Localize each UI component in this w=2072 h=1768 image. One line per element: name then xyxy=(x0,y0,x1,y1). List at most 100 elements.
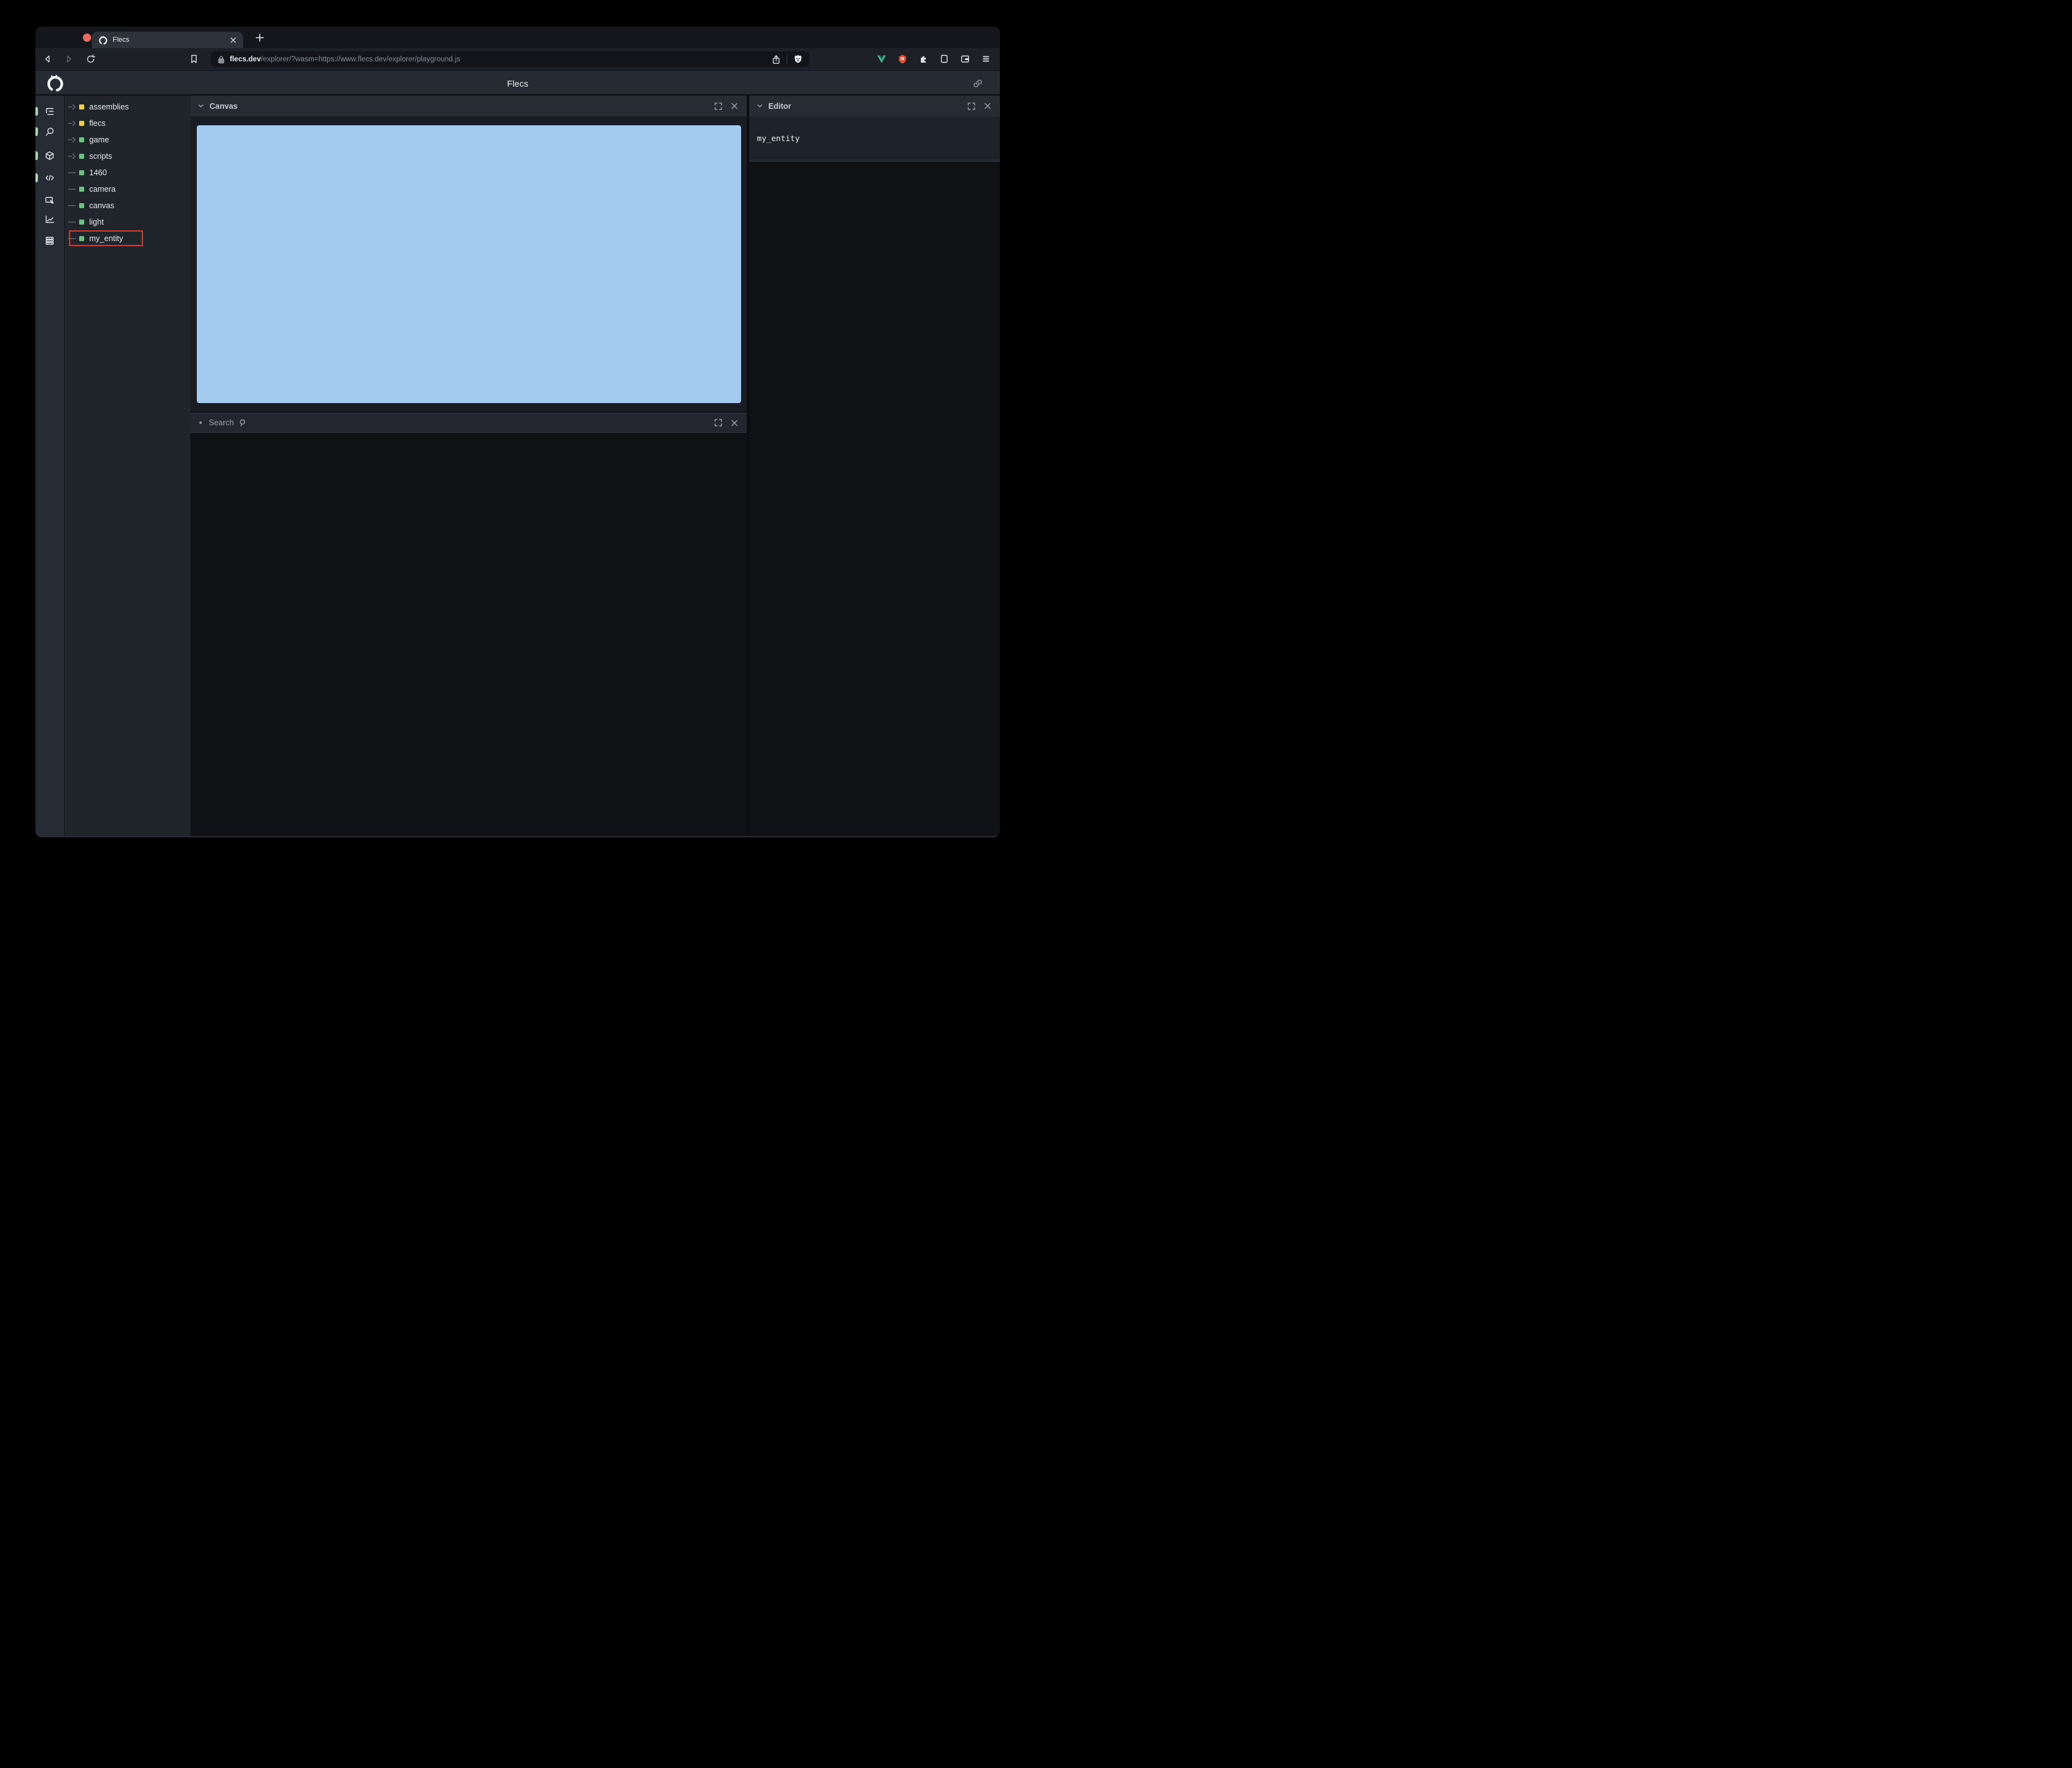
reload-icon[interactable] xyxy=(85,54,96,65)
share-icon[interactable] xyxy=(771,54,781,65)
tree-item-light[interactable]: light xyxy=(65,214,190,230)
expand-arrow-icon[interactable] xyxy=(68,120,77,127)
tree-item-label: light xyxy=(89,218,104,227)
side-nav xyxy=(35,96,64,836)
wallet-icon[interactable] xyxy=(960,54,970,64)
center-column: Canvas Search xyxy=(190,96,747,836)
entity-square-icon xyxy=(79,104,84,109)
url-bar[interactable]: flecs.dev/explorer/?wasm=https://www.fle… xyxy=(211,51,809,67)
leaf-dash-icon xyxy=(68,219,77,225)
leaf-dash-icon xyxy=(68,202,77,209)
tab-title: Flecs xyxy=(113,36,130,44)
leaf-dash-icon xyxy=(68,170,77,176)
render-canvas[interactable] xyxy=(197,125,741,403)
stats-chart-icon[interactable] xyxy=(44,214,55,225)
entity-square-icon xyxy=(79,121,84,126)
url-text: flecs.dev/explorer/?wasm=https://www.fle… xyxy=(230,56,460,63)
fullscreen-icon[interactable] xyxy=(714,418,723,427)
browser-tab[interactable]: Flecs xyxy=(92,32,243,48)
vue-devtools-icon[interactable] xyxy=(877,54,887,64)
tree-item-label: flecs xyxy=(89,119,106,128)
tree-item-label: my_entity xyxy=(89,234,123,243)
tree-item-scripts[interactable]: scripts xyxy=(65,148,190,165)
tree-item-game[interactable]: game xyxy=(65,132,190,148)
close-icon[interactable] xyxy=(730,419,739,427)
url-path: /explorer/?wasm=https://www.flecs.dev/ex… xyxy=(261,55,461,63)
toolbar-extension-icons xyxy=(877,54,991,64)
chevron-down-icon[interactable] xyxy=(197,103,204,109)
canvas-panel-title: Canvas xyxy=(209,101,238,111)
editor-panel-title: Editor xyxy=(768,101,792,111)
brave-lion-icon[interactable] xyxy=(793,54,803,65)
app-header: Flecs xyxy=(35,70,1000,96)
entity-tree-panel: assemblies flecs game scripts 1460 camera canv… xyxy=(64,96,190,836)
tree-item-flecs[interactable]: flecs xyxy=(65,115,190,132)
close-button[interactable] xyxy=(83,34,91,42)
tree-item-label: camera xyxy=(89,185,116,194)
tab-bar: Flecs xyxy=(35,27,1000,48)
tree-item-camera[interactable]: camera xyxy=(65,181,190,197)
expand-arrow-icon[interactable] xyxy=(68,137,77,143)
shield-extension-icon[interactable] xyxy=(897,54,908,64)
link-icon[interactable] xyxy=(972,78,983,89)
dot-icon xyxy=(199,421,202,424)
close-icon[interactable] xyxy=(983,102,992,110)
tree-item-label: scripts xyxy=(89,152,113,161)
tree-icon[interactable] xyxy=(44,106,55,117)
tree-item-label: game xyxy=(89,135,109,144)
editor-panel-body[interactable]: my_entity xyxy=(749,116,1000,159)
back-icon[interactable] xyxy=(42,54,53,65)
editor-content: my_entity xyxy=(757,133,800,143)
entity-square-icon xyxy=(79,203,84,208)
page-title: Flecs xyxy=(507,78,528,89)
active-indicator xyxy=(35,151,38,160)
close-icon[interactable] xyxy=(730,102,739,110)
tree-item-label: 1460 xyxy=(89,168,107,177)
magnifier-icon xyxy=(239,418,247,427)
fullscreen-icon[interactable] xyxy=(967,102,976,111)
active-indicator xyxy=(35,127,38,136)
entity-square-icon xyxy=(79,220,84,225)
menu-icon[interactable] xyxy=(981,54,991,64)
tab-close-icon[interactable] xyxy=(230,37,237,44)
search-icon[interactable] xyxy=(44,127,55,137)
entity-square-icon xyxy=(79,137,84,142)
forward-icon[interactable] xyxy=(63,54,74,65)
entity-square-icon xyxy=(79,236,84,241)
expand-arrow-icon[interactable] xyxy=(68,104,77,110)
tree-item-1460[interactable]: 1460 xyxy=(65,165,190,181)
entities-cube-icon[interactable] xyxy=(44,151,55,161)
flecs-favicon-icon xyxy=(98,35,108,45)
new-tab-button[interactable] xyxy=(251,29,268,46)
canvas-panel-header[interactable]: Canvas xyxy=(190,96,747,116)
memory-icon[interactable] xyxy=(44,235,55,246)
search-panel-title: Search xyxy=(209,418,234,427)
browser-window: Flecs flecs.dev/explorer/?wasm=https://w… xyxy=(35,27,1000,837)
entity-square-icon xyxy=(79,154,84,159)
editor-panel-header[interactable]: Editor xyxy=(749,96,1000,116)
editor-divider xyxy=(749,159,1000,162)
canvas-panel-body xyxy=(190,116,747,411)
bookmark-icon[interactable] xyxy=(189,54,199,65)
leaf-dash-icon xyxy=(68,235,77,242)
entity-square-icon xyxy=(79,170,84,175)
extensions-puzzle-icon[interactable] xyxy=(918,54,928,64)
tree-item-assemblies[interactable]: assemblies xyxy=(65,99,190,115)
entity-square-icon xyxy=(79,187,84,192)
expand-arrow-icon[interactable] xyxy=(68,153,77,159)
active-indicator xyxy=(35,107,38,116)
url-domain: flecs.dev xyxy=(230,55,261,63)
tree-item-canvas[interactable]: canvas xyxy=(65,197,190,214)
active-indicator xyxy=(35,173,38,182)
tree-item-label: assemblies xyxy=(89,103,129,111)
search-panel-header[interactable]: Search xyxy=(190,413,747,433)
fullscreen-icon[interactable] xyxy=(714,102,723,111)
tree-item-label: canvas xyxy=(89,201,115,210)
editor-column: Editor my_entity xyxy=(749,96,1000,836)
lock-icon xyxy=(217,55,225,64)
code-icon[interactable] xyxy=(44,173,55,184)
tree-item-my_entity[interactable]: my_entity xyxy=(65,230,190,247)
sidebar-toggle-icon[interactable] xyxy=(939,54,949,64)
inspector-icon[interactable] xyxy=(44,195,55,206)
chevron-down-icon[interactable] xyxy=(756,103,763,109)
